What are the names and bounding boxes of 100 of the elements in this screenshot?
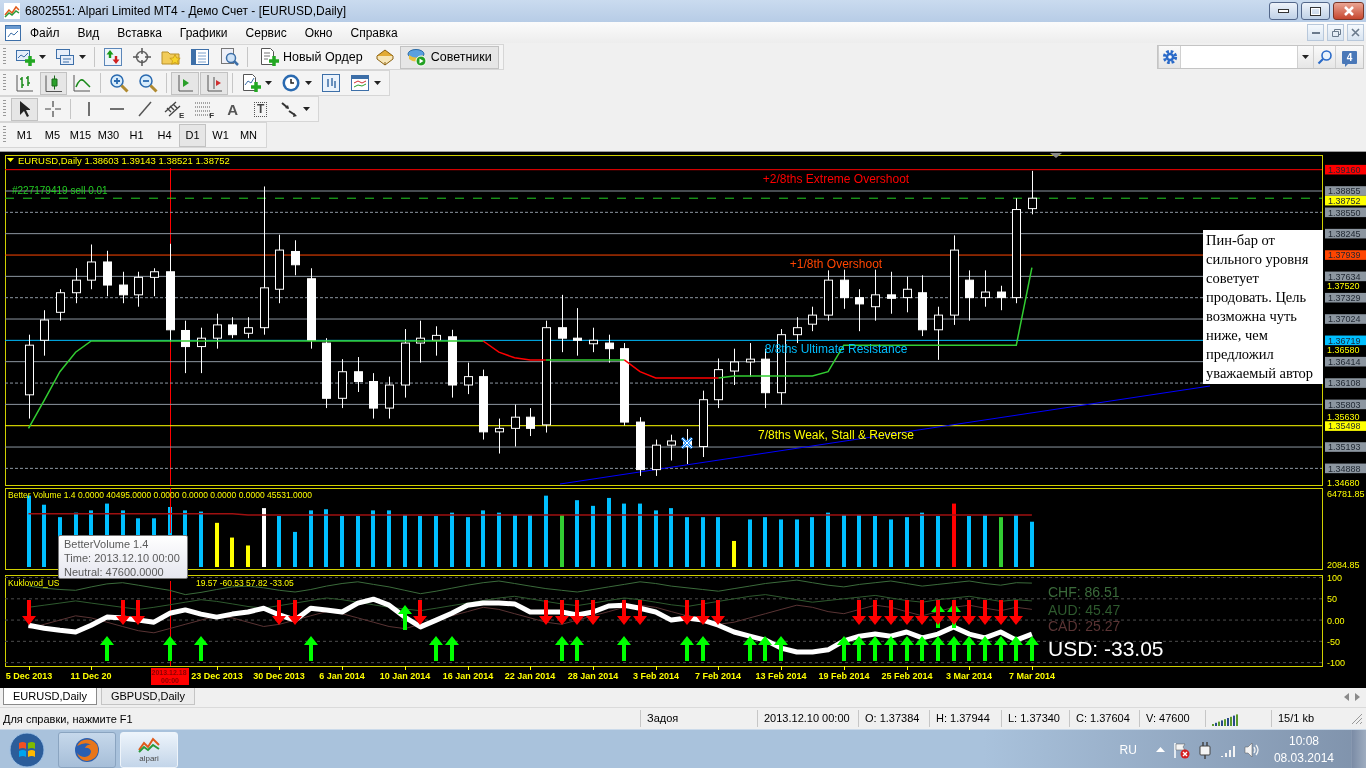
period-button[interactable]: H4 [151, 123, 178, 147]
date-label: 3 Mar 2014 [946, 671, 992, 681]
restore-button[interactable] [1327, 24, 1344, 41]
down-arrow-marker [680, 599, 694, 625]
menu-item[interactable]: Файл [21, 25, 69, 40]
axis-arrow-icon [175, 73, 195, 93]
volume-bar [246, 545, 250, 567]
candle [56, 288, 65, 322]
menu-item[interactable]: Окно [295, 25, 342, 40]
scroll-right-icon[interactable] [1355, 693, 1360, 701]
period-button[interactable]: MN [235, 123, 262, 147]
dropdown-button[interactable] [1297, 46, 1313, 68]
volume-bar [607, 497, 611, 567]
experts-button[interactable]: Советники [399, 45, 499, 69]
candle [997, 285, 1006, 311]
taskbar-app-button[interactable] [58, 731, 116, 768]
volume-bar [450, 512, 454, 567]
text-label-button[interactable]: T [247, 97, 275, 121]
scroll-left-icon[interactable] [1344, 693, 1349, 701]
up-arrow-marker [978, 636, 992, 662]
candle [526, 407, 535, 437]
volume-bar [732, 540, 736, 567]
maximize-icon [1310, 6, 1321, 16]
fibonacci-button[interactable]: F [189, 97, 219, 121]
speaker-icon[interactable] [1242, 741, 1261, 758]
traffic-text: 15/1 kb [1271, 710, 1351, 727]
down-arrow-marker [633, 599, 647, 625]
down-arrow-marker [1009, 599, 1023, 625]
auto-scroll-button[interactable] [171, 71, 199, 95]
candle [213, 313, 222, 350]
candle [808, 306, 817, 332]
volume-bar [779, 519, 783, 567]
y-tick-label: 1.36414 [1328, 356, 1361, 367]
volume-bar [952, 503, 956, 567]
up-arrow-marker [884, 636, 898, 662]
document-plus-icon [259, 47, 279, 67]
period-button[interactable]: D1 [179, 123, 206, 147]
menu-item[interactable]: Сервис [236, 25, 296, 40]
chart-shift-button[interactable] [200, 71, 228, 95]
cursor-button[interactable] [11, 97, 38, 121]
menu-item[interactable]: Вставка [108, 25, 171, 40]
maximize-button[interactable] [1301, 2, 1330, 20]
grip-icon[interactable] [3, 48, 6, 66]
volume-bar [716, 517, 720, 567]
taskbar-app-button[interactable]: alpari [120, 731, 178, 768]
candle [244, 316, 253, 339]
shift-marker-icon[interactable] [1050, 153, 1062, 158]
volume-bar [403, 514, 407, 567]
axis-label: 50 [1327, 594, 1337, 605]
date-label: 11 Dec 20 [70, 671, 112, 681]
period-button[interactable]: M15 [67, 123, 94, 147]
grip-icon[interactable] [3, 126, 6, 144]
messages-button[interactable]: 4 [1335, 46, 1363, 68]
candlestick-chart-button[interactable] [40, 71, 67, 95]
period-button[interactable]: W1 [207, 123, 234, 147]
down-arrow-marker [884, 599, 898, 625]
magnifier-document-icon [219, 47, 239, 67]
minimize-button[interactable] [1269, 2, 1298, 20]
grip-icon[interactable] [3, 100, 6, 118]
new-order-button[interactable]: Новый Ордер [252, 45, 370, 69]
chart-tab[interactable]: EURUSD,Daily [3, 688, 97, 705]
down-arrow-marker [116, 599, 130, 625]
volume-bar [701, 517, 705, 567]
channel-button[interactable]: E [159, 97, 189, 121]
date-label: 16 Jan 2014 [442, 671, 494, 681]
menu-item[interactable]: Справка [341, 25, 407, 40]
power-plug-icon[interactable] [1196, 740, 1213, 759]
chart-tab[interactable]: GBPUSD,Daily [100, 688, 195, 705]
grip-icon[interactable] [3, 74, 6, 92]
search-button[interactable] [1313, 46, 1335, 68]
candle [40, 309, 49, 357]
menu-item[interactable]: Графики [170, 25, 237, 40]
y-tick-label: 1.36719 [1328, 335, 1361, 346]
chart-values: 19.57 -60.53 57.82 -33.05 [196, 578, 294, 588]
text-note: Пин-бар от сильного уровня советует продовать. Цель возможна чуть ниже, чем предложил уважаемый автор [1203, 230, 1323, 384]
price-tag: 1.37634 [1325, 271, 1366, 282]
candle [103, 250, 112, 297]
close-button[interactable] [1333, 2, 1364, 20]
settings-button[interactable] [1158, 46, 1180, 68]
volume-bar [309, 510, 313, 567]
volume-bar [857, 514, 861, 567]
up-arrow-marker [994, 636, 1008, 662]
volume-bar [497, 512, 501, 567]
flag-error-icon[interactable] [1171, 740, 1190, 759]
menu-item[interactable]: Вид [68, 25, 109, 40]
candle [636, 416, 645, 477]
period-button[interactable]: M30 [95, 123, 122, 147]
price-tag: 1.35193 [1325, 442, 1366, 453]
up-arrow-marker [852, 636, 866, 662]
cross-marker-icon [680, 436, 694, 450]
period-button[interactable]: M5 [39, 123, 66, 147]
period-button[interactable]: H1 [123, 123, 150, 147]
candle [589, 327, 598, 353]
text-tool-button[interactable]: A [219, 97, 247, 121]
period-button[interactable]: M1 [11, 123, 38, 147]
search-field[interactable] [1180, 46, 1297, 68]
price-tag: 1.36414 [1325, 356, 1366, 367]
resize-grip-icon [1351, 712, 1363, 725]
volume-bar [513, 514, 517, 567]
tooltip-title: BetterVolume 1.4 [64, 537, 150, 551]
